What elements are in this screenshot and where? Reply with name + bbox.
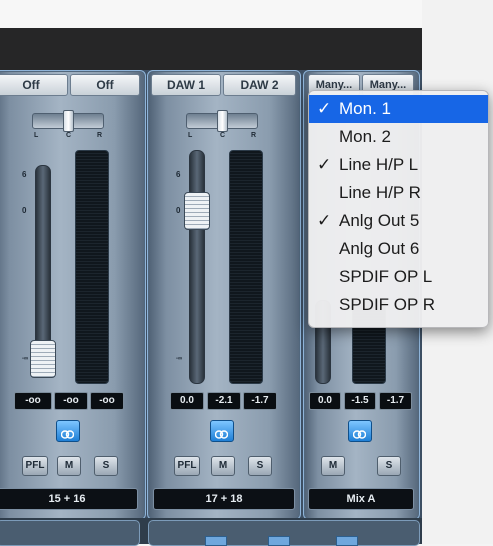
route-button-left[interactable]: Off: [0, 74, 68, 96]
mute-button[interactable]: M: [211, 456, 235, 476]
menu-item-label: SPDIF OP R: [339, 295, 436, 314]
fader-scale-0: 0: [22, 206, 27, 215]
level-readout-left: -oo: [54, 392, 88, 410]
menu-item-label: Line H/P R: [339, 183, 421, 202]
menu-item-label: SPDIF OP L: [339, 267, 433, 286]
lower-button[interactable]: [205, 536, 227, 546]
pan-scale-r: R: [251, 132, 257, 139]
pan-knob[interactable]: [217, 110, 228, 132]
route-button-daw1[interactable]: DAW 1: [151, 74, 221, 96]
menu-item-label: Anlg Out 5: [339, 211, 420, 230]
route-button-right[interactable]: Off: [70, 74, 140, 96]
pan-scale-l: L: [34, 132, 39, 139]
pan-slider[interactable]: [32, 110, 104, 132]
channel-name-label[interactable]: 17 + 18: [153, 488, 295, 510]
route-button-daw2[interactable]: DAW 2: [223, 74, 296, 96]
menu-item-line-hp-l[interactable]: ✓ Line H/P L: [309, 151, 488, 179]
stereo-link-icon: [60, 426, 75, 439]
checkmark-icon: ✓: [317, 155, 332, 174]
solo-button[interactable]: S: [377, 456, 401, 476]
menu-item-label: Line H/P L: [339, 155, 419, 174]
level-readout-right: -1.7: [243, 392, 277, 410]
solo-button[interactable]: S: [94, 456, 118, 476]
checkmark-icon: ✓: [317, 211, 332, 230]
channel-name-label[interactable]: 15 + 16: [0, 488, 138, 510]
fader-scale-6: 6: [176, 170, 181, 179]
mute-button[interactable]: M: [57, 456, 81, 476]
channel-name-label[interactable]: Mix A: [308, 488, 414, 510]
menu-item-spdif-op-l[interactable]: SPDIF OP L: [309, 263, 488, 291]
gain-readout: -oo: [14, 392, 52, 410]
menu-item-line-hp-r[interactable]: Line H/P R: [309, 179, 488, 207]
stereo-link-button[interactable]: [56, 420, 80, 442]
toolbar-dark-band: [0, 28, 422, 70]
pan-slider[interactable]: [186, 110, 258, 132]
pfl-button[interactable]: PFL: [174, 456, 200, 476]
fader-scale-0: 0: [176, 206, 181, 215]
level-meter: [75, 150, 109, 384]
mute-button[interactable]: M: [321, 456, 345, 476]
solo-button[interactable]: S: [248, 456, 272, 476]
fader-scale-6: 6: [22, 170, 27, 179]
pan-scale-r: R: [97, 132, 103, 139]
menu-item-label: Mon. 2: [339, 127, 391, 146]
pan-scale-c: C: [220, 132, 226, 139]
stereo-link-icon: [214, 426, 229, 439]
volume-fader-track[interactable]: [189, 150, 205, 384]
fader-scale-inf: -∞: [22, 356, 29, 362]
menu-item-anlg-out-6[interactable]: Anlg Out 6: [309, 235, 488, 263]
volume-fader-cap[interactable]: [30, 340, 56, 378]
level-readout-left: -1.5: [344, 392, 376, 410]
gain-readout: 0.0: [309, 392, 341, 410]
stereo-link-button[interactable]: [210, 420, 234, 442]
level-readout-right: -1.7: [379, 392, 412, 410]
pan-scale-c: C: [66, 132, 72, 139]
checkmark-icon: ✓: [317, 99, 332, 118]
lower-panel-left: [0, 520, 140, 546]
fader-scale-inf: -∞: [176, 356, 183, 362]
volume-fader-cap[interactable]: [184, 192, 210, 230]
pan-scale-l: L: [188, 132, 193, 139]
menu-item-label: Anlg Out 6: [339, 239, 420, 258]
menu-item-spdif-op-r[interactable]: SPDIF OP R: [309, 291, 488, 319]
gain-readout: 0.0: [170, 392, 204, 410]
level-readout-right: -oo: [90, 392, 124, 410]
stereo-link-icon: [352, 426, 367, 439]
lower-button[interactable]: [268, 536, 290, 546]
level-meter: [229, 150, 263, 384]
channel-strip-15-16: [0, 70, 146, 520]
menu-item-label: Mon. 1: [339, 99, 391, 118]
level-readout-left: -2.1: [207, 392, 241, 410]
lower-button[interactable]: [336, 536, 358, 546]
output-routing-menu: ✓ Mon. 1 Mon. 2 ✓ Line H/P L Line H/P R …: [308, 90, 489, 328]
pan-knob[interactable]: [63, 110, 74, 132]
menu-item-mon-1[interactable]: ✓ Mon. 1: [309, 95, 488, 123]
pfl-button[interactable]: PFL: [22, 456, 48, 476]
window-top-area: [0, 0, 422, 28]
menu-item-anlg-out-5[interactable]: ✓ Anlg Out 5: [309, 207, 488, 235]
stereo-link-button[interactable]: [348, 420, 372, 442]
menu-item-mon-2[interactable]: Mon. 2: [309, 123, 488, 151]
